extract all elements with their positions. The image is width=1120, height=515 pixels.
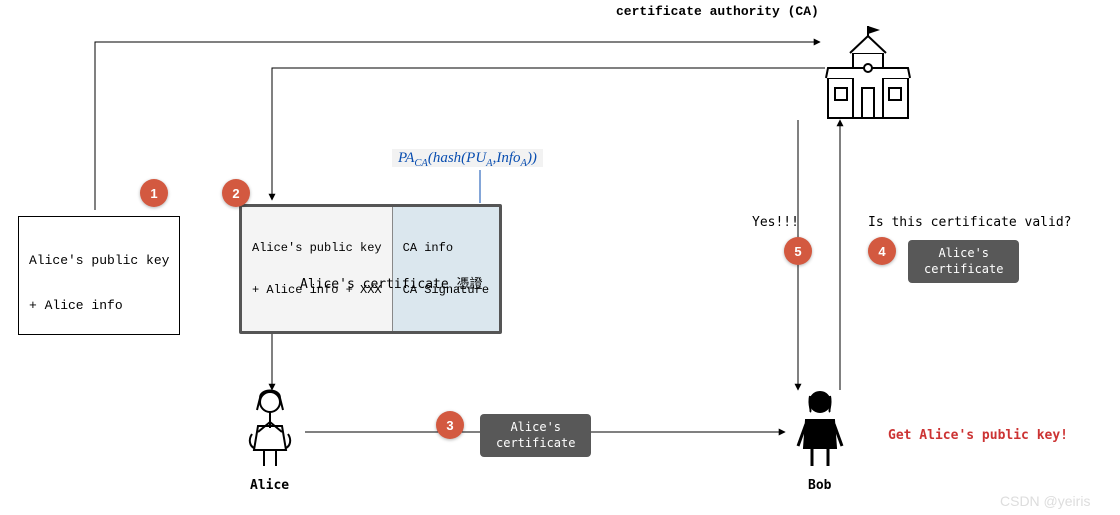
certificate-caption: Alice's certificate 憑證	[300, 273, 483, 292]
result-text: Get Alice's public key!	[888, 428, 1068, 443]
signature-formula: PACA(hash(PUA,InfoA))	[392, 150, 543, 169]
box1-line2: + Alice info	[29, 298, 169, 313]
validity-question: Is this certificate valid?	[868, 215, 1072, 230]
watermark: CSDN @yeiris	[1000, 493, 1090, 509]
cert-right: CA info CA Signature	[393, 207, 499, 331]
cert-chip-3: Alice's certificate	[480, 414, 591, 457]
bob-figure-icon	[798, 392, 842, 466]
bob-label: Bob	[808, 478, 831, 493]
step-5-badge: 5	[784, 237, 812, 265]
certificate-box: Alice's public key + Alice info + XXX CA…	[239, 204, 502, 334]
alice-info-box: Alice's public key + Alice info	[18, 216, 180, 335]
yes-text: Yes!!!	[752, 215, 799, 230]
step-4-badge: 4	[868, 237, 896, 265]
alice-figure-icon	[250, 391, 290, 467]
alice-label: Alice	[250, 478, 289, 493]
ca-building-icon	[826, 26, 910, 118]
step-1-badge: 1	[140, 179, 168, 207]
cert-left: Alice's public key + Alice info + XXX	[242, 207, 393, 331]
ca-title: certificate authority (CA)	[616, 4, 819, 19]
cert-chip-4: Alice's certificate	[908, 240, 1019, 283]
step-3-badge: 3	[436, 411, 464, 439]
box1-line1: Alice's public key	[29, 253, 169, 268]
step-2-badge: 2	[222, 179, 250, 207]
